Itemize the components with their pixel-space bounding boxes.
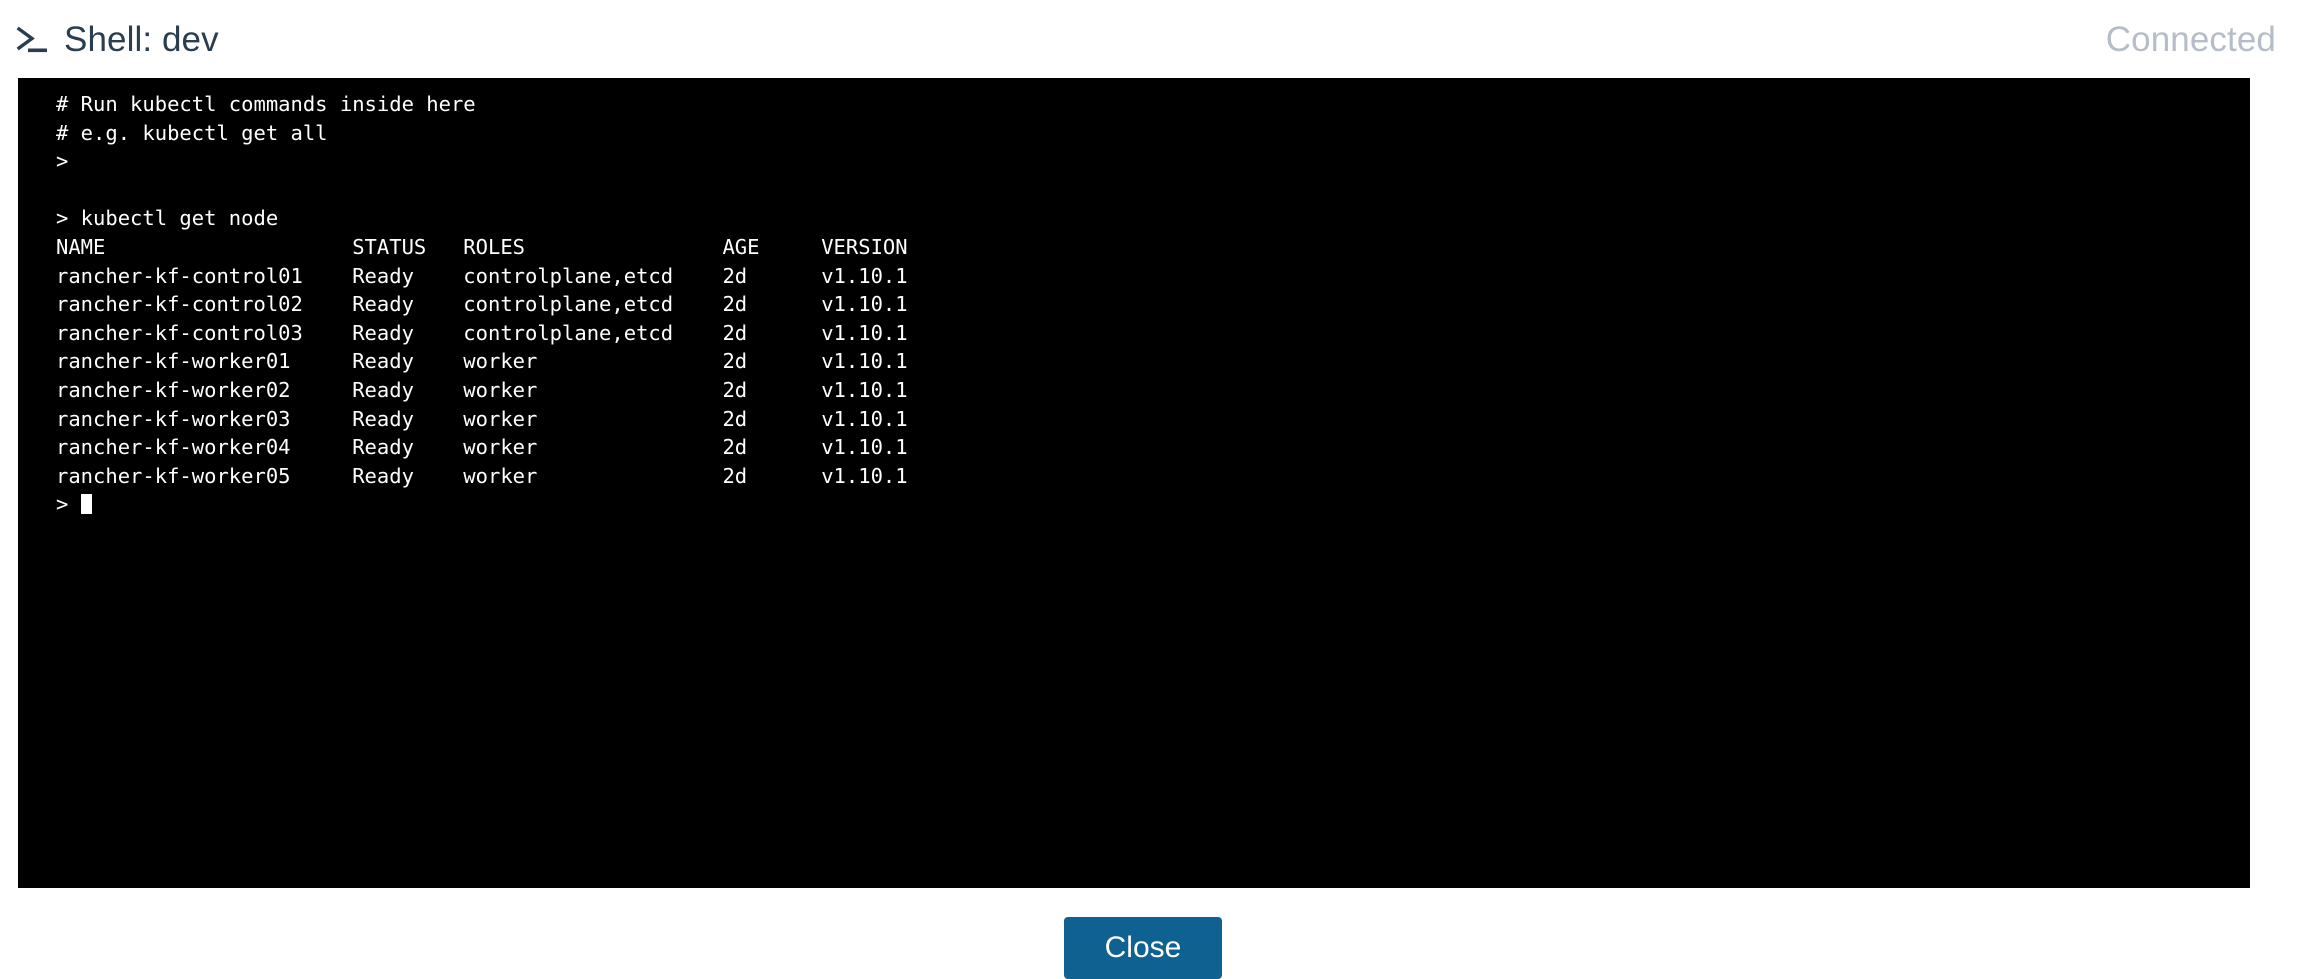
table-row: rancher-kf-control03 Ready controlplane,… xyxy=(56,320,908,345)
terminal-prompt-line: > xyxy=(56,490,2250,519)
shell-prompt-icon xyxy=(16,26,47,53)
table-row: rancher-kf-control01 Ready controlplane,… xyxy=(56,263,908,288)
table-row: rancher-kf-worker04 Ready worker 2d v1.1… xyxy=(56,435,908,460)
terminal-output[interactable]: # Run kubectl commands inside here # e.g.… xyxy=(18,78,2250,888)
page-title: Shell: dev xyxy=(64,19,219,59)
shell-footer: Close xyxy=(0,888,2306,979)
terminal-line: > xyxy=(56,149,69,174)
terminal-cursor xyxy=(80,494,92,515)
table-row: rancher-kf-worker03 Ready worker 2d v1.1… xyxy=(56,406,908,431)
terminal-line: # e.g. kubectl get all xyxy=(56,120,328,145)
table-row: rancher-kf-worker05 Ready worker 2d v1.1… xyxy=(56,463,908,488)
shell-window: Shell: dev Connected # Run kubectl comma… xyxy=(0,0,2306,979)
terminal-line: # Run kubectl commands inside here xyxy=(56,92,476,116)
table-row: rancher-kf-worker01 Ready worker 2d v1.1… xyxy=(56,349,908,374)
table-row: rancher-kf-worker02 Ready worker 2d v1.1… xyxy=(56,377,908,402)
close-button[interactable]: Close xyxy=(1064,917,1222,979)
shell-title-group: Shell: dev xyxy=(16,22,219,57)
terminal-line: > kubectl get node xyxy=(56,206,279,231)
terminal-table-header: NAME STATUS ROLES AGE VERSION xyxy=(56,234,908,259)
table-row: rancher-kf-control02 Ready controlplane,… xyxy=(56,292,908,317)
terminal-buffer: # Run kubectl commands inside here # e.g.… xyxy=(56,90,2250,519)
connection-status: Connected xyxy=(2105,19,2276,59)
shell-header: Shell: dev Connected xyxy=(0,0,2306,78)
